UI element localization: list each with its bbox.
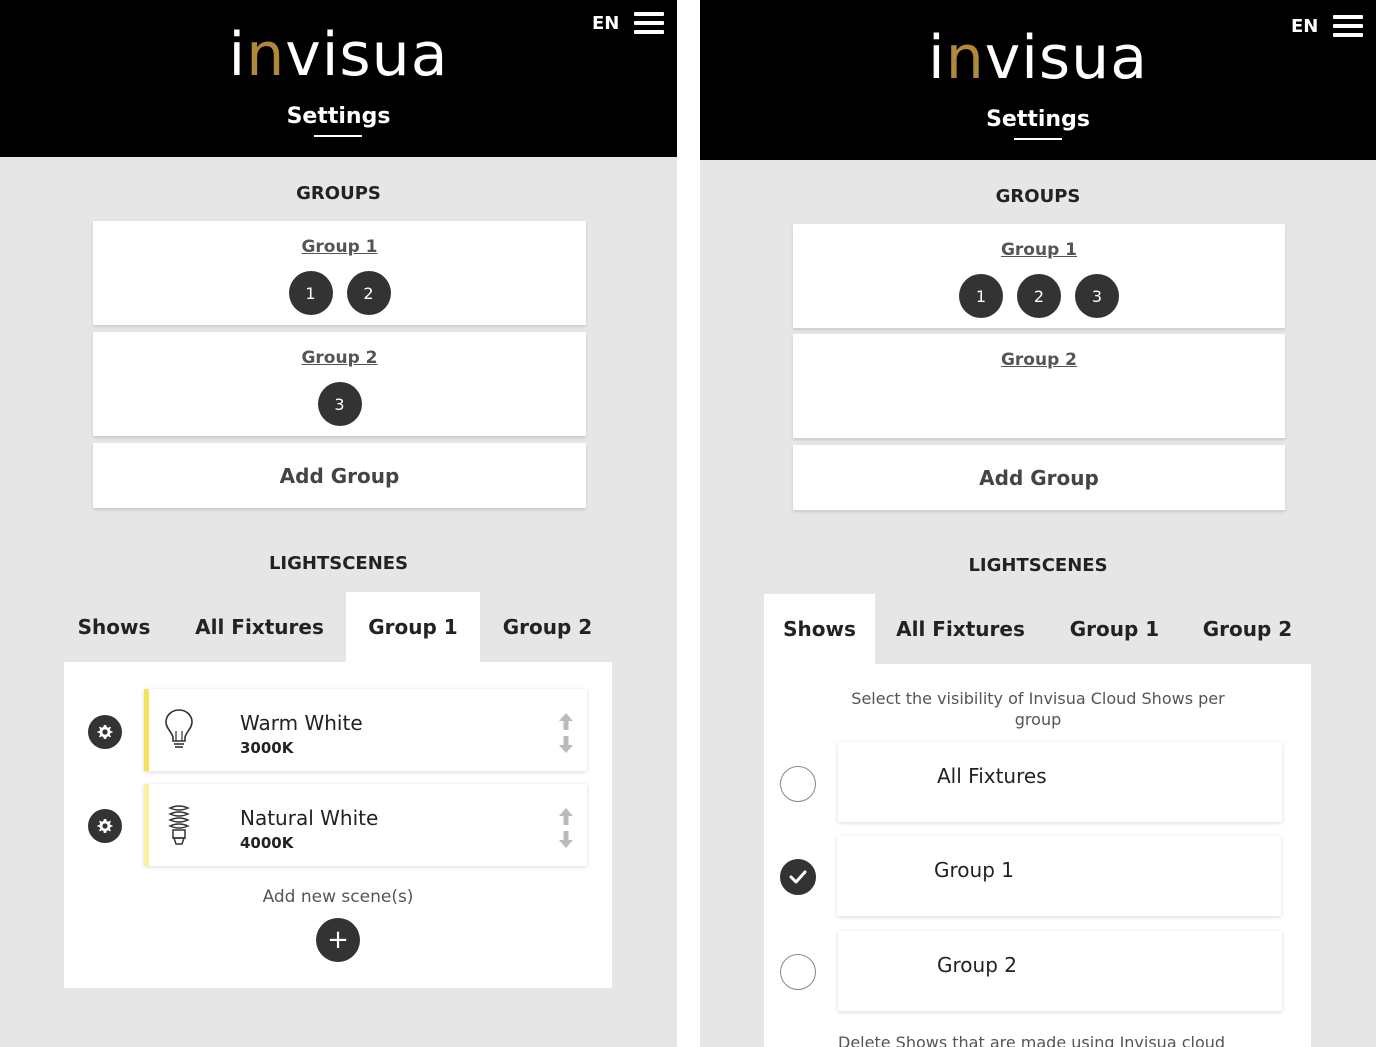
page-title: Settings xyxy=(986,107,1090,132)
tab-group-2[interactable]: Group 2 xyxy=(490,592,605,662)
visibility-info-text: Select the visibility of Invisua Cloud S… xyxy=(851,689,1225,729)
group-card: Group 1 1 2 3 xyxy=(793,224,1285,328)
fixture-badge[interactable]: 2 xyxy=(346,271,391,315)
title-underline xyxy=(314,135,362,137)
visibility-option-card[interactable]: Group 1 xyxy=(837,836,1281,916)
tab-group-2[interactable]: Group 2 xyxy=(1190,594,1305,664)
scene-item[interactable]: Warm White 3000K xyxy=(144,689,587,771)
fixture-badge[interactable]: 2 xyxy=(1017,274,1061,318)
radio-group-1[interactable] xyxy=(780,859,816,895)
incandescent-bulb-icon xyxy=(165,709,193,748)
invisua-logo: invisua xyxy=(228,20,449,90)
title-underline xyxy=(1014,138,1062,140)
lightscenes-content: Warm White 3000K Natural White 4000K Add… xyxy=(64,662,612,988)
tab-shows[interactable]: Shows xyxy=(764,594,875,664)
app-header: invisua Settings EN xyxy=(0,0,677,157)
tab-group-1[interactable]: Group 1 xyxy=(346,592,480,662)
visibility-option-label: Group 1 xyxy=(934,858,1014,882)
invisua-logo: invisua xyxy=(928,23,1148,93)
group-name-link[interactable]: Group 1 xyxy=(93,237,586,257)
fixture-badge[interactable]: 1 xyxy=(959,274,1003,318)
add-group-button[interactable]: Add Group xyxy=(793,445,1285,510)
delete-shows-text: Delete Shows that are made using Invisua… xyxy=(838,1033,1226,1047)
radio-group-2[interactable] xyxy=(780,954,816,990)
add-scene-button[interactable]: + xyxy=(316,918,360,962)
language-selector[interactable]: EN xyxy=(592,13,619,34)
visibility-option-card[interactable]: All Fixtures xyxy=(838,742,1282,822)
group-name-link[interactable]: Group 1 xyxy=(793,240,1285,260)
scene-name: Warm White xyxy=(240,711,363,735)
language-selector[interactable]: EN xyxy=(1291,16,1318,37)
scene-color-bar xyxy=(144,689,149,771)
scene-temperature: 4000K xyxy=(240,834,294,852)
app-header: invisua Settings EN xyxy=(700,0,1376,160)
fixture-badge[interactable]: 3 xyxy=(317,382,362,426)
cfl-bulb-icon xyxy=(168,805,190,845)
visibility-option-label: Group 2 xyxy=(937,953,1017,977)
scene-settings-gear-icon[interactable] xyxy=(88,809,122,843)
lightscenes-heading: LIGHTSCENES xyxy=(268,553,409,574)
lightscenes-heading: LIGHTSCENES xyxy=(968,555,1108,576)
hamburger-menu-icon[interactable] xyxy=(634,12,664,34)
group-card: Group 1 1 2 xyxy=(93,221,586,325)
checkmark-icon xyxy=(789,870,807,884)
group-card: Group 2 xyxy=(793,334,1285,438)
groups-heading: GROUPS xyxy=(296,183,381,204)
group-name-link[interactable]: Group 2 xyxy=(793,350,1285,370)
fixture-badge[interactable]: 3 xyxy=(1075,274,1119,318)
tab-all-fixtures[interactable]: All Fixtures xyxy=(182,592,337,662)
fixture-badge[interactable]: 1 xyxy=(288,271,333,315)
scene-color-bar xyxy=(144,784,149,866)
radio-all-fixtures[interactable] xyxy=(780,766,816,802)
settings-panel-left: invisua Settings EN GROUPS Group 1 1 2 G… xyxy=(0,0,677,1047)
tab-all-fixtures[interactable]: All Fixtures xyxy=(883,594,1038,664)
page-title: Settings xyxy=(286,104,391,129)
reorder-arrows-icon[interactable] xyxy=(557,806,575,850)
group-card: Group 2 3 xyxy=(93,332,586,436)
tab-group-1[interactable]: Group 1 xyxy=(1057,594,1172,664)
reorder-arrows-icon[interactable] xyxy=(557,711,575,755)
visibility-option-card[interactable]: Group 2 xyxy=(838,931,1282,1011)
shows-content: Select the visibility of Invisua Cloud S… xyxy=(764,664,1311,1047)
settings-panel-right: invisua Settings EN GROUPS Group 1 1 2 3… xyxy=(700,0,1376,1047)
scene-settings-gear-icon[interactable] xyxy=(88,715,122,749)
add-group-button[interactable]: Add Group xyxy=(93,443,586,508)
groups-heading: GROUPS xyxy=(995,186,1081,207)
add-scene-label: Add new scene(s) xyxy=(262,887,414,907)
hamburger-menu-icon[interactable] xyxy=(1333,15,1363,37)
group-name-link[interactable]: Group 2 xyxy=(93,348,586,368)
visibility-option-label: All Fixtures xyxy=(937,764,1047,788)
scene-name: Natural White xyxy=(240,806,379,830)
scene-item[interactable]: Natural White 4000K xyxy=(144,784,587,866)
scene-temperature: 3000K xyxy=(240,739,294,757)
tab-shows[interactable]: Shows xyxy=(64,592,164,662)
